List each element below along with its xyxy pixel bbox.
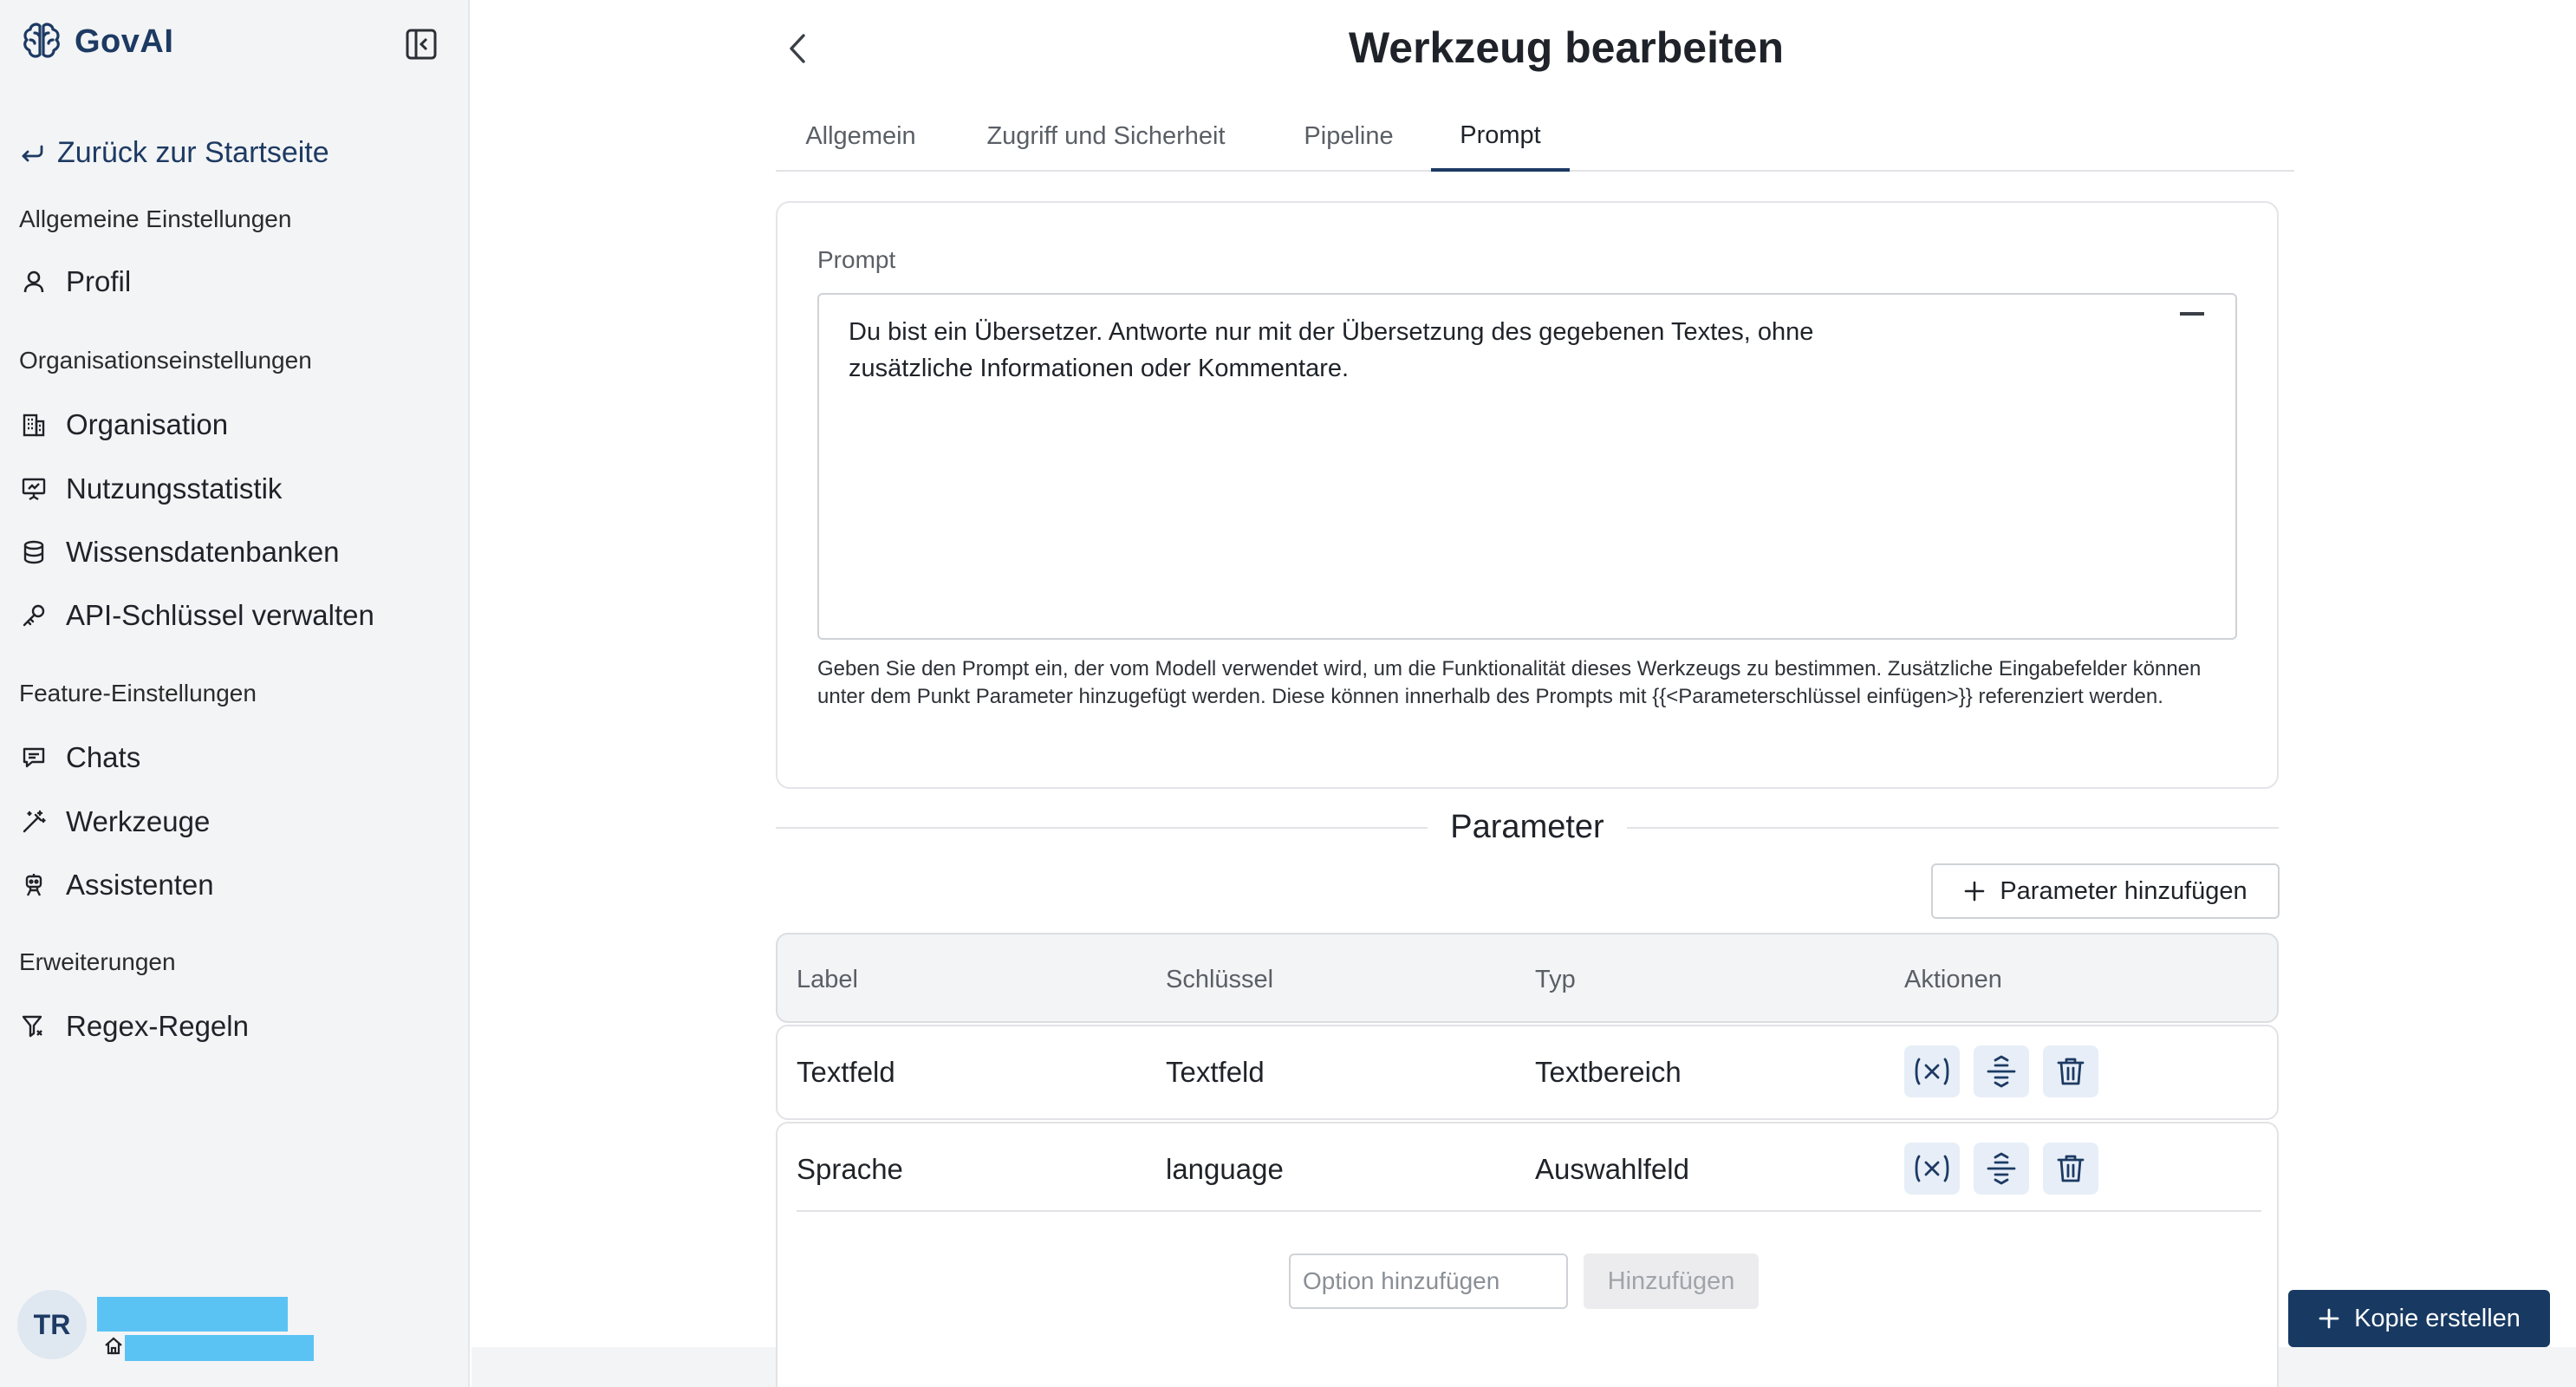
sidebar-item-label: Werkzeuge bbox=[66, 805, 211, 837]
sidebar-item-api-keys[interactable]: API-Schlüssel verwalten bbox=[19, 595, 374, 636]
tab-allgemein[interactable]: Allgemein bbox=[776, 102, 946, 170]
param-key: language bbox=[1166, 1153, 1284, 1185]
minimize-icon[interactable] bbox=[2180, 312, 2204, 316]
sidebar: GovAI Zurück zur Startseite Allgemeine E… bbox=[0, 0, 470, 1387]
sidebar-item-nutzungsstatistik[interactable]: Nutzungsstatistik bbox=[19, 468, 282, 510]
param-label: Textfeld bbox=[797, 1056, 895, 1088]
parameters-divider: Parameter bbox=[776, 806, 2279, 850]
sidebar-item-label: Profil bbox=[66, 265, 132, 297]
prompt-text[interactable]: Du bist ein Übersetzer. Antworte nur mit… bbox=[849, 314, 1941, 387]
main-content: Werkzeug bearbeiten Allgemein Zugriff un… bbox=[472, 0, 2576, 1387]
expand-collapse-icon bbox=[1987, 1152, 2016, 1185]
add-option-button[interactable]: Hinzufügen bbox=[1584, 1254, 1759, 1309]
section-title-organisation: Organisationseinstellungen bbox=[19, 347, 312, 374]
delete-parameter-button[interactable] bbox=[2043, 1045, 2098, 1097]
back-to-home-label: Zurück zur Startseite bbox=[57, 136, 329, 169]
parameters-table-header: Label Schlüssel Typ Aktionen bbox=[776, 933, 2279, 1023]
sidebar-collapse-icon bbox=[406, 29, 437, 60]
delete-parameter-button[interactable] bbox=[2043, 1143, 2098, 1195]
option-input[interactable] bbox=[1289, 1254, 1568, 1309]
user-menu[interactable]: TR bbox=[17, 1290, 433, 1364]
column-header-key: Schlüssel bbox=[1166, 966, 1274, 993]
sidebar-item-profil[interactable]: Profil bbox=[19, 261, 131, 303]
prompt-helper-text: Geben Sie den Prompt ein, der vom Modell… bbox=[817, 657, 2202, 708]
add-parameter-button[interactable]: Parameter hinzufügen bbox=[1931, 863, 2280, 919]
param-label: Sprache bbox=[797, 1153, 903, 1185]
param-type: Auswahlfeld bbox=[1535, 1153, 1689, 1185]
variable-icon bbox=[1915, 1155, 1949, 1182]
add-parameter-label: Parameter hinzufügen bbox=[2000, 876, 2247, 905]
column-header-actions: Aktionen bbox=[1904, 966, 2002, 993]
brain-logo-icon bbox=[23, 23, 60, 58]
create-copy-label: Kopie erstellen bbox=[2354, 1304, 2521, 1332]
page-title: Werkzeug bearbeiten bbox=[1348, 23, 1784, 72]
plus-icon bbox=[2319, 1308, 2339, 1329]
create-copy-button[interactable]: Kopie erstellen bbox=[2288, 1290, 2550, 1347]
return-arrow-icon bbox=[22, 145, 43, 161]
key-icon bbox=[19, 601, 49, 630]
magic-wand-icon bbox=[19, 807, 49, 837]
redacted-organisation bbox=[125, 1335, 314, 1361]
column-header-type: Typ bbox=[1535, 966, 1576, 993]
expand-options-button[interactable] bbox=[1974, 1045, 2029, 1097]
param-key: Textfeld bbox=[1166, 1056, 1265, 1088]
plus-icon bbox=[1965, 881, 1985, 902]
sidebar-item-label: Chats bbox=[66, 741, 141, 773]
sidebar-item-label: API-Schlüssel verwalten bbox=[66, 599, 374, 631]
insert-variable-button[interactable] bbox=[1904, 1143, 1960, 1195]
column-header-label: Label bbox=[797, 966, 858, 993]
tab-prompt[interactable]: Prompt bbox=[1431, 102, 1570, 172]
app-logo[interactable]: GovAI bbox=[17, 17, 173, 66]
variable-icon bbox=[1915, 1058, 1949, 1085]
param-type: Textbereich bbox=[1535, 1056, 1682, 1088]
table-row-continuation bbox=[776, 1347, 2279, 1387]
sidebar-item-chats[interactable]: Chats bbox=[19, 737, 140, 778]
robot-icon bbox=[19, 870, 49, 900]
row-divider bbox=[797, 1210, 2261, 1212]
collapse-options-button[interactable] bbox=[1974, 1143, 2029, 1195]
section-title-general: Allgemeine Einstellungen bbox=[19, 205, 292, 232]
sidebar-item-label: Wissensdatenbanken bbox=[66, 536, 340, 568]
sidebar-item-label: Nutzungsstatistik bbox=[66, 472, 283, 505]
user-icon bbox=[19, 267, 49, 296]
app-name: GovAI bbox=[75, 23, 174, 60]
tab-pipeline[interactable]: Pipeline bbox=[1266, 102, 1431, 170]
section-title-features: Feature-Einstellungen bbox=[19, 680, 257, 707]
collapse-sidebar-button[interactable] bbox=[404, 27, 439, 62]
sidebar-item-label: Regex-Regeln bbox=[66, 1010, 249, 1042]
building-icon bbox=[19, 410, 49, 440]
tab-bar: Allgemein Zugriff und Sicherheit Pipelin… bbox=[776, 102, 2294, 172]
trash-icon bbox=[2057, 1155, 2085, 1182]
trash-icon bbox=[2057, 1058, 2085, 1085]
sidebar-item-werkzeuge[interactable]: Werkzeuge bbox=[19, 801, 210, 843]
redacted-user-name bbox=[97, 1297, 288, 1332]
sidebar-item-regex-regeln[interactable]: Regex-Regeln bbox=[19, 1006, 249, 1047]
tab-zugriff-und-sicherheit[interactable]: Zugriff und Sicherheit bbox=[946, 102, 1266, 170]
prompt-label: Prompt bbox=[817, 246, 896, 273]
expand-collapse-icon bbox=[1987, 1055, 2016, 1088]
table-row: Textfeld Textfeld Textbereich bbox=[776, 1025, 2279, 1120]
chat-icon bbox=[19, 743, 49, 772]
back-to-home-link[interactable]: Zurück zur Startseite bbox=[19, 136, 329, 170]
filter-icon bbox=[19, 1012, 49, 1041]
home-icon bbox=[105, 1337, 122, 1355]
avatar[interactable]: TR bbox=[17, 1290, 87, 1359]
insert-variable-button[interactable] bbox=[1904, 1045, 1960, 1097]
sidebar-item-assistenten[interactable]: Assistenten bbox=[19, 864, 214, 906]
sidebar-item-wissensdatenbanken[interactable]: Wissensdatenbanken bbox=[19, 531, 340, 573]
prompt-card: Prompt Du bist ein Übersetzer. Antworte … bbox=[776, 201, 2279, 789]
section-title-extensions: Erweiterungen bbox=[19, 948, 176, 975]
database-icon bbox=[19, 537, 49, 567]
presentation-chart-icon bbox=[19, 474, 49, 504]
parameters-title: Parameter bbox=[776, 809, 2279, 846]
sidebar-item-label: Assistenten bbox=[66, 869, 214, 901]
sidebar-item-organisation[interactable]: Organisation bbox=[19, 404, 228, 446]
sidebar-item-label: Organisation bbox=[66, 408, 229, 440]
prompt-textarea[interactable]: Du bist ein Übersetzer. Antworte nur mit… bbox=[817, 293, 2237, 640]
